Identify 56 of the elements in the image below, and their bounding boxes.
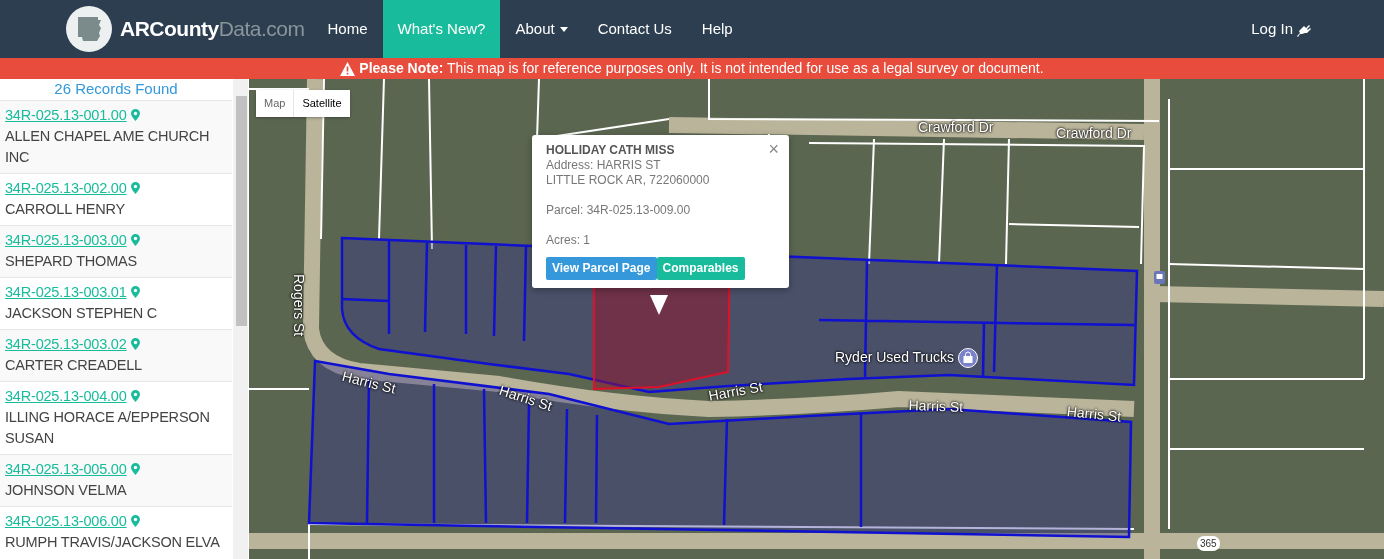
owner-name: CARROLL HENRY [5,200,126,219]
street-label: Harris St [1065,402,1123,427]
street-label: Crawford Dr [1056,124,1132,143]
popup-button[interactable]: Comparables [656,257,745,280]
street-label: Harris St [496,380,555,416]
street-label: Harris St [339,366,398,399]
street-label: Harris St [707,377,765,406]
owner-name: RUMPH TRAVIS/JACKSON ELVA [5,533,221,552]
owner-name: JOHNSON VELMA [5,481,128,500]
warning-icon [340,61,356,76]
map-type-tab[interactable]: Map [256,90,294,117]
popup-pointer [650,295,668,315]
popup-title: HOLLIDAY CATH MISS [546,143,675,158]
owner-name: ALLEN CHAPEL AME CHURCH INC [5,127,211,167]
popup-text: Parcel: 34R-025.13-009.00 [546,203,692,218]
state-logo-icon[interactable] [66,6,112,52]
nav-link-item[interactable]: Contact Us [582,0,687,58]
close-button[interactable]: × [768,139,779,159]
parcel-link[interactable]: 34R-025.13-006.00 [5,511,127,532]
owner-name: JACKSON STEPHEN C [5,304,159,323]
map-pin-icon[interactable] [130,338,140,351]
map-pin-icon[interactable] [130,390,140,403]
site-logo-text[interactable]: ARCountyData.com [120,13,305,45]
map-type-tab[interactable]: Satellite [293,90,350,117]
nav-link-item[interactable]: Home [312,0,383,58]
parcel-link[interactable]: 34R-025.13-005.00 [5,459,127,480]
street-label: Crawford Dr [918,118,994,137]
map-pin-icon[interactable] [130,286,140,299]
bus-stop-icon [1154,271,1165,284]
popup-button[interactable]: View Parcel Page [546,257,657,280]
map-pin-icon[interactable] [130,234,140,247]
map-pin-icon[interactable] [130,463,140,476]
owner-name: SHEPARD THOMAS [5,252,139,271]
parcel-link[interactable]: 34R-025.13-003.02 [5,334,127,355]
scrollbar[interactable] [233,79,248,559]
popup-text: Acres: 1 [546,233,591,248]
notice-text: Please Note: This map is for reference purposes only. It is not intended for use as a legal survey or document. [359,59,1044,78]
nav-link-item[interactable]: Help [686,0,748,58]
parcel-link[interactable]: 34R-025.13-003.01 [5,282,127,303]
map-pin-icon[interactable] [130,515,140,528]
records-count: 26 Records Found [53,79,179,99]
nav-link-item[interactable]: About [500,0,583,58]
parcel-link[interactable]: 34R-025.13-002.00 [5,178,127,199]
parcel-link[interactable]: 34R-025.13-004.00 [5,386,127,407]
route-shield: 365 [1197,536,1220,551]
street-label: Rogers St [290,274,308,337]
map-pin-icon[interactable] [130,109,140,122]
popup-text: LITTLE ROCK AR, 722060000 [546,173,711,188]
map-pin-icon[interactable] [130,182,140,195]
owner-name: ILLING HORACE A/EPPERSON SUSAN [5,408,211,448]
parcel-link[interactable]: 34R-025.13-003.00 [5,230,127,251]
login-link[interactable]: Log In [1236,0,1311,58]
owner-name: CARTER CREADELL [5,356,143,375]
parcel-link[interactable]: 34R-025.13-001.00 [5,105,127,126]
popup-text: Address: HARRIS ST [546,158,662,173]
nav-link-item[interactable]: What's New? [382,0,501,58]
